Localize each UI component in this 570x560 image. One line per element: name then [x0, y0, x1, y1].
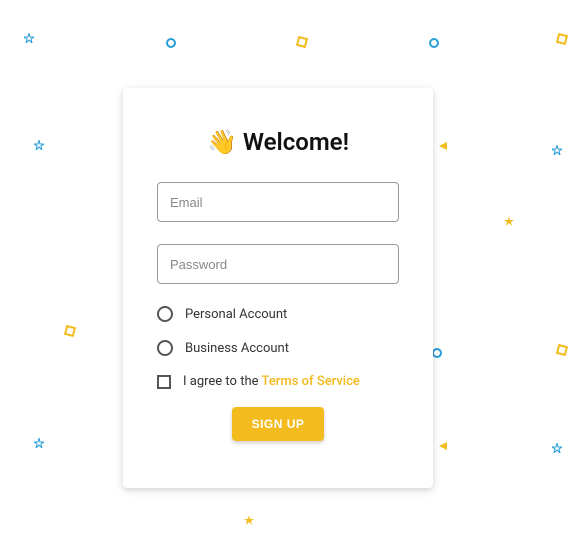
radio-icon [157, 306, 173, 322]
radio-business[interactable]: Business Account [157, 340, 399, 356]
confetti-square-icon [556, 33, 568, 45]
radio-label: Personal Account [185, 307, 287, 322]
tos-link[interactable]: Terms of Service [262, 374, 360, 389]
radio-label: Business Account [185, 341, 289, 356]
confetti-star-icon [24, 33, 34, 43]
confetti-triangle-icon [437, 140, 449, 152]
confetti-star-icon [504, 216, 514, 226]
confetti-circle-icon [166, 38, 176, 48]
email-field[interactable] [157, 182, 399, 222]
confetti-star-icon [552, 443, 562, 453]
radio-personal[interactable]: Personal Account [157, 306, 399, 322]
confetti-square-icon [64, 325, 76, 337]
confetti-star-icon [244, 515, 254, 525]
confetti-star-icon [34, 140, 44, 150]
confetti-star-icon [552, 145, 562, 155]
checkbox-tos[interactable]: I agree to the Terms of Service [157, 374, 399, 389]
signup-button[interactable]: SIGN UP [232, 407, 325, 441]
page-title: 👋Welcome! [157, 128, 399, 156]
wave-icon: 👋 [207, 128, 237, 156]
confetti-circle-icon [432, 348, 442, 358]
agree-text: I agree to the [183, 374, 259, 389]
confetti-square-icon [556, 344, 568, 356]
signup-card: 👋Welcome! Personal Account Business Acco… [123, 88, 433, 488]
confetti-triangle-icon [437, 440, 449, 452]
confetti-circle-icon [429, 38, 439, 48]
radio-icon [157, 340, 173, 356]
confetti-square-icon [296, 36, 308, 48]
title-text: Welcome! [243, 128, 349, 156]
confetti-star-icon [34, 438, 44, 448]
checkbox-icon [157, 375, 171, 389]
password-field[interactable] [157, 244, 399, 284]
